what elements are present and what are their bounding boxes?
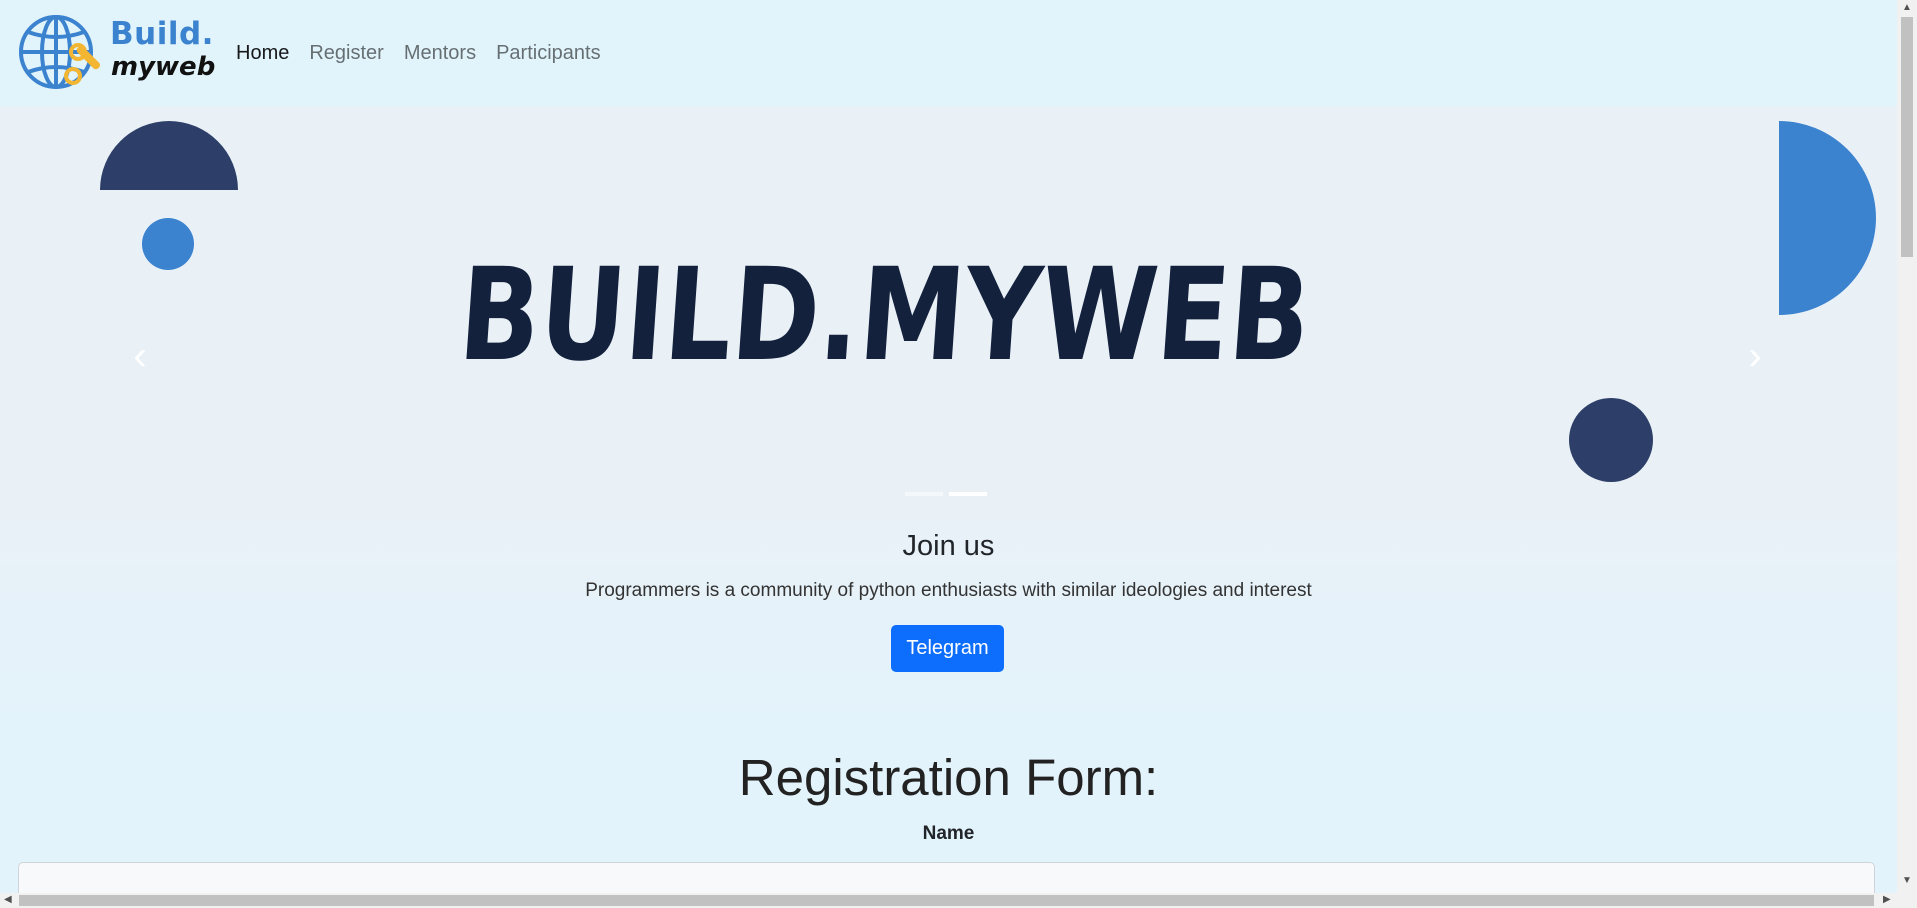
scroll-down-icon[interactable]: ▼ (1902, 875, 1912, 886)
horizontal-scrollbar[interactable]: ◀ ▶ (0, 893, 1917, 908)
scroll-right-icon[interactable]: ▶ (1883, 894, 1891, 905)
page: Build. myweb Home Register Mentors Parti… (0, 0, 1897, 893)
nav-participants[interactable]: Participants (496, 42, 601, 65)
carousel-next-button[interactable]: › (1725, 306, 1785, 406)
carousel-slide: BUILD.MYWEB ‹ › (0, 106, 1897, 506)
nav-mentors[interactable]: Mentors (404, 42, 476, 65)
nav-home[interactable]: Home (236, 42, 289, 65)
dark-circle-shape (1569, 398, 1653, 482)
nav-register[interactable]: Register (309, 42, 383, 65)
telegram-button[interactable]: Telegram (891, 625, 1004, 672)
join-description: Programmers is a community of python ent… (585, 580, 1312, 601)
half-circle-right-shape (1779, 121, 1876, 315)
chevron-left-icon: ‹ (133, 333, 147, 378)
carousel-indicator-1[interactable] (905, 492, 943, 496)
name-input[interactable] (18, 862, 1875, 893)
hero-title-text: BUILD.MYWEB (455, 241, 1315, 390)
chevron-right-icon: › (1748, 333, 1762, 378)
horizontal-scroll-thumb[interactable] (19, 895, 1874, 906)
carousel-indicator-2[interactable] (949, 492, 987, 496)
brand-name-line1: Build. (110, 16, 214, 52)
carousel-indicators (905, 492, 987, 496)
hero-title-graphic: BUILD.MYWEB (455, 241, 1315, 390)
vertical-scroll-thumb[interactable] (1901, 17, 1913, 257)
name-label: Name (922, 823, 975, 844)
join-title: Join us (902, 530, 995, 562)
scroll-left-icon[interactable]: ◀ (4, 894, 12, 905)
half-circle-shape (100, 121, 238, 190)
navbar: Build. myweb Home Register Mentors Parti… (0, 0, 1897, 106)
form-title: Registration Form: (738, 749, 1159, 806)
brand-logo[interactable]: Build. myweb (16, 14, 216, 90)
brand-name-line2: myweb (111, 52, 216, 82)
vertical-scrollbar[interactable]: ▲ ▼ (1897, 0, 1917, 893)
carousel-prev-button[interactable]: ‹ (110, 306, 170, 406)
nav-menu: Home Register Mentors Participants (236, 42, 601, 65)
globe-wrench-icon (19, 15, 100, 89)
small-circle-shape (142, 218, 194, 270)
scroll-up-icon[interactable]: ▲ (1902, 2, 1912, 13)
